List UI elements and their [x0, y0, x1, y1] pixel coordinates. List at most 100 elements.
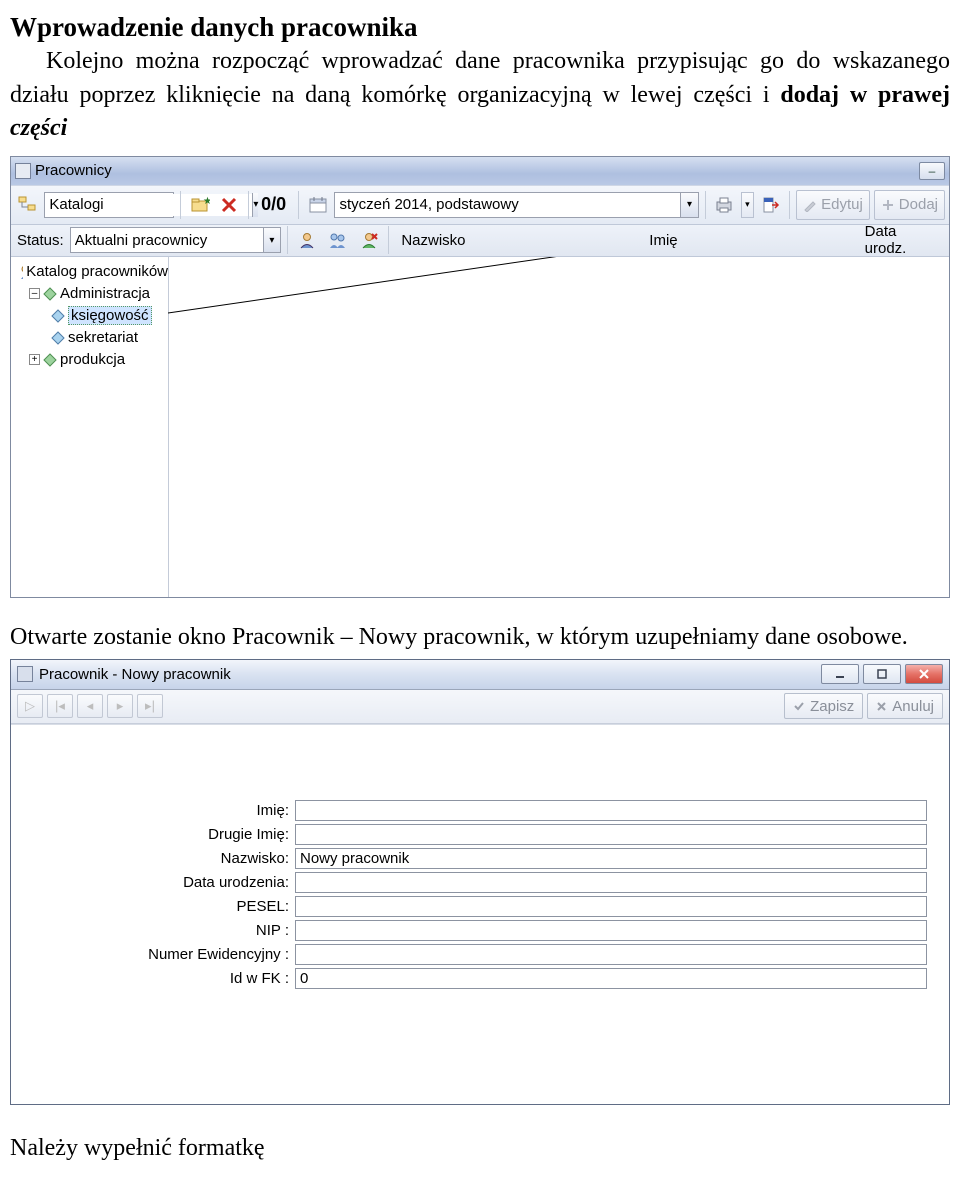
- delete-icon[interactable]: [217, 191, 242, 219]
- period-combo-input[interactable]: [335, 194, 680, 216]
- edit-button[interactable]: Edytuj: [796, 190, 870, 220]
- row-drugie-imie: Drugie Imię:: [11, 823, 949, 847]
- form-app-icon: [17, 666, 33, 682]
- status-combo-input[interactable]: [71, 229, 263, 251]
- new-folder-icon[interactable]: ★: [187, 191, 212, 219]
- employees-titlebar[interactable]: Pracownicy –: [11, 157, 949, 185]
- form-maximize-button[interactable]: [863, 664, 901, 684]
- edit-button-label: Edytuj: [821, 196, 863, 213]
- export-icon[interactable]: [758, 191, 783, 219]
- employees-body: Katalog pracowników – Administracja księ…: [11, 257, 949, 597]
- tree-produkcja-label: produkcja: [60, 351, 125, 368]
- org-tree: Katalog pracowników – Administracja księ…: [11, 257, 169, 597]
- employee-form-toolbar: ▷ |◂ ◂ ▸ ▸| Zapisz Anuluj: [11, 690, 949, 724]
- catalogs-combo[interactable]: ▾: [44, 192, 174, 218]
- filter-group-icon[interactable]: [325, 226, 352, 254]
- doc-heading: Wprowadzenie danych pracownika: [10, 12, 950, 43]
- folder-icon: [43, 353, 57, 367]
- employees-grid[interactable]: [169, 257, 949, 597]
- status-label: Status:: [15, 232, 66, 249]
- input-id-fk[interactable]: [295, 968, 927, 989]
- print-dropdown[interactable]: ▾: [741, 192, 754, 218]
- form-minimize-button[interactable]: [821, 664, 859, 684]
- doc-intro-paragraph: Kolejno można rozpocząć wprowadzać dane …: [10, 45, 950, 146]
- doc-footer: Należy wypełnić formatkę: [10, 1135, 950, 1162]
- label-id-fk: Id w FK :: [11, 970, 295, 987]
- print-icon[interactable]: [712, 191, 737, 219]
- expand-icon[interactable]: +: [29, 354, 40, 365]
- employee-form-window: Pracownik - Nowy pracownik ▷ |◂ ◂ ▸ ▸| Z…: [10, 659, 950, 1105]
- tree-administracja[interactable]: – Administracja: [11, 283, 168, 305]
- column-imie[interactable]: Imię: [643, 232, 854, 249]
- employee-form-body: Imię: Drugie Imię: Nazwisko: Data urodze…: [11, 724, 949, 1104]
- tree-ksiegowosc-label: księgowość: [68, 306, 152, 325]
- employees-window: Pracownicy – ▾ ★ 0/0 ▾: [10, 156, 950, 598]
- status-combo-arrow[interactable]: ▾: [263, 228, 280, 252]
- calendar-icon[interactable]: [305, 191, 330, 219]
- save-button-label: Zapisz: [810, 698, 854, 715]
- employees-title: Pracownicy: [35, 162, 112, 179]
- row-imie: Imię:: [11, 799, 949, 823]
- nav-last-button[interactable]: ▸|: [137, 694, 163, 718]
- nav-prev-button[interactable]: ◂: [77, 694, 103, 718]
- input-pesel[interactable]: [295, 896, 927, 917]
- node-icon: [51, 309, 65, 323]
- cancel-button-label: Anuluj: [892, 698, 934, 715]
- save-button[interactable]: Zapisz: [784, 693, 863, 719]
- label-imie: Imię:: [11, 802, 295, 819]
- input-numer-ewidencyjny[interactable]: [295, 944, 927, 965]
- tree-root-label: Katalog pracowników: [26, 263, 168, 280]
- tree-sekretariat[interactable]: sekretariat: [11, 327, 168, 349]
- nav-first-button[interactable]: ▷: [17, 694, 43, 718]
- collapse-icon[interactable]: –: [29, 288, 40, 299]
- label-data-urodzenia: Data urodzenia:: [11, 874, 295, 891]
- add-button[interactable]: Dodaj: [874, 190, 945, 220]
- filter-users-icon[interactable]: [294, 226, 321, 254]
- tree-ksiegowosc[interactable]: księgowość: [11, 305, 168, 327]
- column-data[interactable]: Data urodz.: [859, 223, 945, 257]
- doc-intro-bold: dodaj w prawej: [780, 82, 950, 108]
- folder-icon: [43, 287, 57, 301]
- column-nazwisko[interactable]: Nazwisko: [395, 232, 639, 249]
- input-imie[interactable]: [295, 800, 927, 821]
- tree-root[interactable]: Katalog pracowników: [11, 261, 168, 283]
- input-data-urodzenia[interactable]: [295, 872, 927, 893]
- nav-prev-page-button[interactable]: |◂: [47, 694, 73, 718]
- row-numer-ewidencyjny: Numer Ewidencyjny :: [11, 943, 949, 967]
- label-pesel: PESEL:: [11, 898, 295, 915]
- status-combo[interactable]: ▾: [70, 227, 281, 253]
- nav-next-button[interactable]: ▸: [107, 694, 133, 718]
- row-data-urodzenia: Data urodzenia:: [11, 871, 949, 895]
- node-icon: [51, 331, 65, 345]
- doc-open-window-paragraph: Otwarte zostanie okno Pracownik – Nowy p…: [10, 624, 950, 651]
- form-close-button[interactable]: [905, 664, 943, 684]
- label-drugie-imie: Drugie Imię:: [11, 826, 295, 843]
- minimize-button[interactable]: –: [919, 162, 945, 180]
- input-drugie-imie[interactable]: [295, 824, 927, 845]
- catalog-tree-icon[interactable]: [15, 191, 40, 219]
- x-icon: [876, 701, 887, 712]
- label-numer-ewidencyjny: Numer Ewidencyjny :: [11, 946, 295, 963]
- row-nazwisko: Nazwisko:: [11, 847, 949, 871]
- period-combo[interactable]: ▾: [334, 192, 698, 218]
- record-count: 0/0: [255, 194, 292, 215]
- doc-intro-italic: części: [10, 115, 67, 141]
- row-pesel: PESEL:: [11, 895, 949, 919]
- label-nip: NIP :: [11, 922, 295, 939]
- users-icon: [20, 264, 23, 280]
- period-combo-arrow[interactable]: ▾: [680, 193, 697, 217]
- cancel-button[interactable]: Anuluj: [867, 693, 943, 719]
- filter-bar: Status: ▾ Nazwisko Imię Data urodz.: [11, 225, 949, 257]
- app-icon: [15, 163, 31, 179]
- employee-form-titlebar[interactable]: Pracownik - Nowy pracownik: [11, 660, 949, 690]
- input-nip[interactable]: [295, 920, 927, 941]
- label-nazwisko: Nazwisko:: [11, 850, 295, 867]
- tree-sekretariat-label: sekretariat: [68, 329, 138, 346]
- tree-administracja-label: Administracja: [60, 285, 150, 302]
- input-nazwisko[interactable]: [295, 848, 927, 869]
- tree-produkcja[interactable]: + produkcja: [11, 349, 168, 371]
- employees-toolbar: ▾ ★ 0/0 ▾ ▾ Edytuj: [11, 185, 949, 225]
- row-id-fk: Id w FK :: [11, 967, 949, 991]
- add-button-label: Dodaj: [899, 196, 938, 213]
- filter-remove-icon[interactable]: [355, 226, 382, 254]
